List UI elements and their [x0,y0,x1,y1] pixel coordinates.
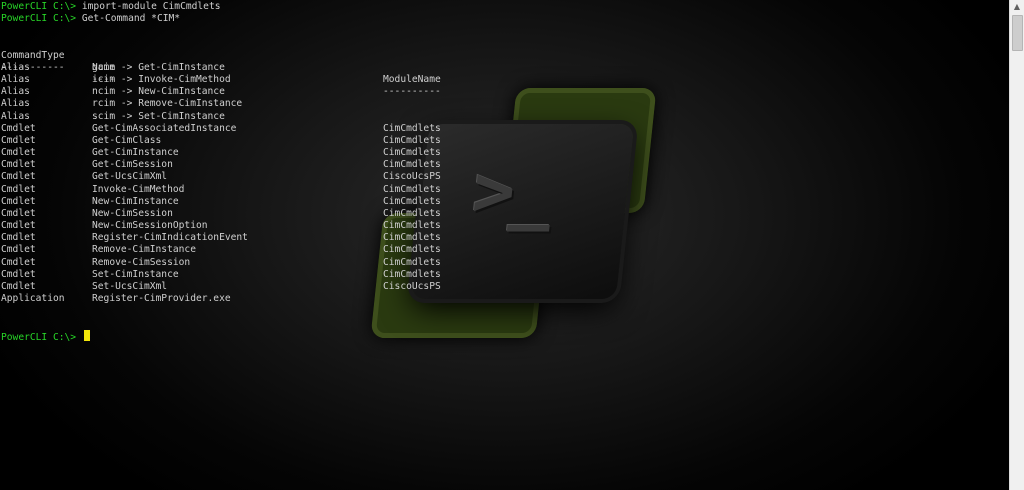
table-row: Cmdlet Remove-CimSession CimCmdlets [1,256,441,269]
cell-commandtype: Alias [1,98,30,110]
scrollbar-thumb[interactable] [1012,15,1023,51]
table-row: Cmdlet Get-CimClass CimCmdlets [1,134,441,147]
cell-commandtype: Cmdlet [1,232,36,244]
table-separator: ----------- ---- ---------- [1,50,441,97]
command-text: import-module CimCmdlets [81,1,221,12]
table-row: Cmdlet Register-CimIndicationEvent CimCmdl… [1,232,441,244]
cell-name: icim -> Invoke-CimMethod [92,74,231,86]
cell-commandtype: Cmdlet [1,220,36,232]
cell-name: Set-UcsCimXml [92,280,168,292]
cell-modulename: CimCmdlets [383,244,441,256]
table-row: Application Register-CimProvider.exe [1,293,231,305]
cell-commandtype: Alias [1,110,30,122]
cell-modulename: CimCmdlets [383,122,441,134]
table-row: Cmdlet Get-UcsCimXml CiscoUcsPS [1,171,441,183]
cell-modulename: CimCmdlets [383,159,441,171]
text-cursor [83,329,90,341]
cell-commandtype: Cmdlet [1,159,36,171]
cell-name: Get-UcsCimXml [92,171,168,183]
prompt-text: PowerCLI C:\> [1,331,77,343]
command-line: PowerCLI C:\> import-module CimCmdlets [1,1,221,13]
prompt-text: PowerCLI C:\> [1,13,77,25]
table-row: Cmdlet Remove-CimInstance CimCmdlets [1,244,441,256]
cell-commandtype: Cmdlet [1,134,36,146]
cell-modulename: CimCmdlets [383,147,441,159]
cell-commandtype: Cmdlet [1,207,36,219]
cell-name: Get-CimAssociatedInstance [92,122,237,134]
table-row: Alias ncim -> New-CimInstance [1,86,225,98]
cell-name: Register-CimProvider.exe [92,293,231,305]
table-row: Alias scim -> Set-CimInstance [1,110,225,123]
logo-glyph: >_ [468,150,554,232]
cell-name: Get-CimClass [92,134,162,146]
table-row: Alias gcim -> Get-CimInstance [1,61,225,74]
table-row: Alias icim -> Invoke-CimMethod [1,74,231,86]
table-header: CommandType Name ModuleName [1,38,441,85]
cell-modulename: CimCmdlets [383,207,441,219]
cell-modulename: CimCmdlets [383,134,441,146]
cell-name: rcim -> Remove-CimInstance [92,98,243,110]
cell-modulename: CimCmdlets [383,220,441,232]
cell-commandtype: Cmdlet [1,195,36,207]
prompt-text: PowerCLI C:\> [1,1,77,12]
cell-name: Get-CimSession [92,159,173,171]
cell-commandtype: Alias [1,86,30,98]
cell-name: New-CimSessionOption [92,220,208,232]
cell-name: scim -> Set-CimInstance [92,110,225,122]
cell-commandtype: Cmdlet [1,147,36,159]
command-text: Get-Command *CIM* [81,13,181,25]
table-row: Cmdlet Set-CimInstance CimCmdlets [1,268,441,281]
table-row: Cmdlet Set-UcsCimXml CiscoUcsPS [1,280,441,293]
cell-commandtype: Cmdlet [1,183,36,195]
table-row: Alias rcim -> Remove-CimInstance [1,98,242,110]
table-row: Cmdlet Get-CimSession CimCmdlets [1,159,441,171]
table-row: Cmdlet Invoke-CimMethod CimCmdlets [1,183,441,196]
table-row: Cmdlet Get-CimInstance CimCmdlets [1,147,441,159]
cell-name: Get-CimInstance [92,147,179,159]
cell-commandtype: Cmdlet [1,280,36,292]
cell-modulename: CimCmdlets [383,232,441,244]
table-body: Alias gcim -> Get-CimInstance Alias icim ->… [1,61,441,305]
table-row: Cmdlet New-CimSessionOption CimCmdlets [1,220,441,232]
cell-name: ncim -> New-CimInstance [92,86,225,98]
command-line: PowerCLI C:\> Get-Command *CIM* [1,13,221,25]
console-output: PowerCLI C:\> import-module CimCmdlets P… [1,1,441,343]
cell-commandtype: Alias [1,61,30,73]
table-row: Cmdlet Get-CimAssociatedInstance CimCmdlet… [1,122,441,135]
cell-name: Invoke-CimMethod [92,183,185,195]
cell-name: New-CimInstance [92,195,179,207]
cell-modulename: CimCmdlets [383,195,441,207]
header-modulename: ModuleName [383,74,441,86]
cell-commandtype: Cmdlet [1,122,36,134]
cell-name: Remove-CimInstance [92,244,196,256]
cell-commandtype: Cmdlet [1,268,36,280]
console-window[interactable]: >_ PowerCLI C:\> import-module CimCmdlet… [0,0,1010,490]
separator-modulename: ---------- [383,86,441,98]
cell-modulename: CiscoUcsPS [383,280,441,292]
table-row: Cmdlet New-CimSession CimCmdlets [1,207,441,220]
cell-name: Remove-CimSession [92,256,191,268]
cell-name: Register-CimIndicationEvent [92,232,248,244]
chevron-up-icon[interactable]: ▲ [1010,0,1024,14]
cell-modulename: CimCmdlets [383,268,441,280]
cell-name: New-CimSession [92,207,173,219]
cell-commandtype: Cmdlet [1,244,36,256]
cell-modulename: CimCmdlets [383,183,441,195]
cell-commandtype: Alias [1,74,30,86]
cell-name: gcim -> Get-CimInstance [92,61,225,73]
cell-commandtype: Cmdlet [1,171,36,183]
active-prompt-line[interactable]: PowerCLI C:\> [1,329,221,343]
cell-name: Set-CimInstance [92,268,179,280]
cell-modulename: CimCmdlets [383,256,441,268]
cell-commandtype: Cmdlet [1,256,36,268]
cell-commandtype: Application [1,293,65,305]
vertical-scrollbar[interactable]: ▲ [1009,0,1024,490]
cell-modulename: CiscoUcsPS [383,171,441,183]
table-row: Cmdlet New-CimInstance CimCmdlets [1,195,441,208]
